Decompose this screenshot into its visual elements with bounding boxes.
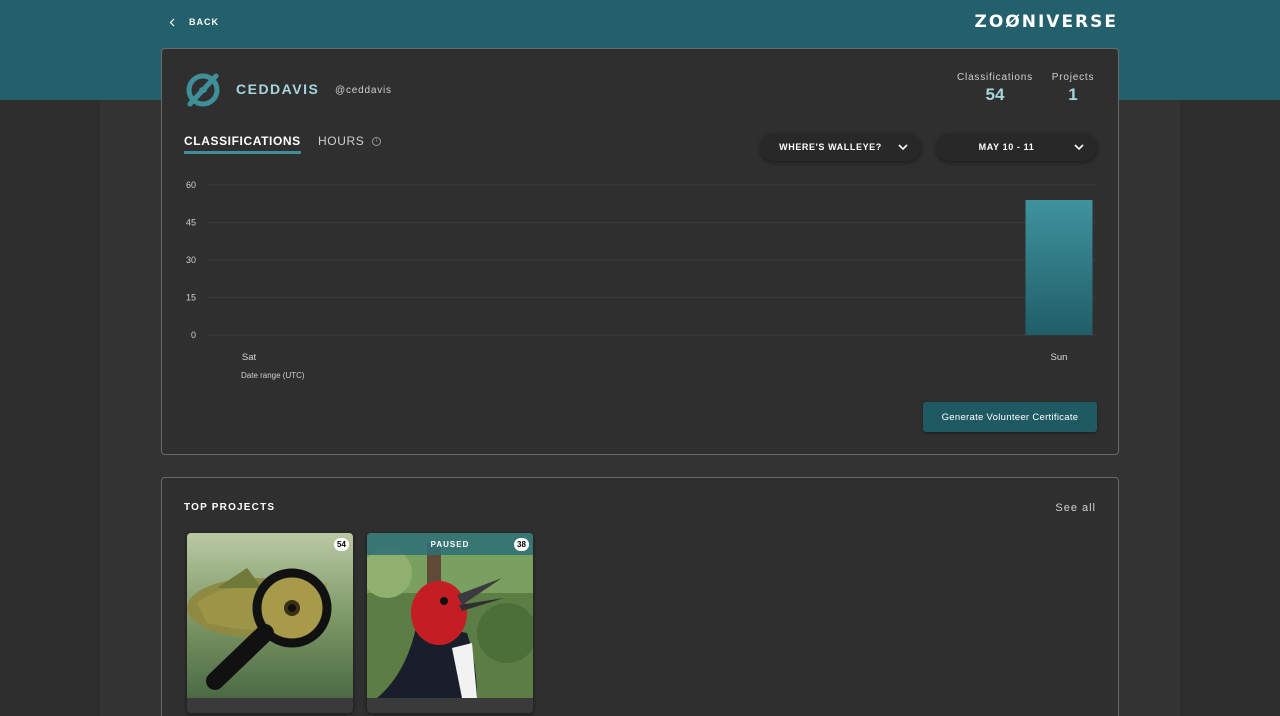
x-tick-label: Sat [242,352,257,363]
tab-hours-label: HOURS [318,134,365,148]
stat-projects: Projects 1 [1050,72,1096,105]
project-select[interactable]: WHERE'S WALLEYE? [760,133,921,161]
generate-certificate-button[interactable]: Generate Volunteer Certificate [923,402,1097,432]
stat-label: Classifications [957,72,1033,83]
project-card-woodpecker[interactable]: PAUSED 38 [367,533,533,713]
chevron-down-icon [898,144,908,151]
profile-card: CEDDAVIS @ceddavis Classifications 54 Pr… [161,48,1119,455]
info-icon[interactable]: i [372,136,382,146]
bar-sun[interactable] [1025,200,1093,335]
date-range-select[interactable]: MAY 10 - 11 [936,133,1097,161]
y-tick-label: 15 [186,293,196,303]
back-button[interactable]: BACK [161,17,219,27]
top-projects-title: TOP PROJECTS [184,502,276,513]
top-header: BACK ZOØNIVERSE [161,0,1118,44]
date-range-value: MAY 10 - 11 [978,142,1035,152]
stat-value: 54 [985,85,1005,104]
classification-count-badge: 54 [334,538,349,551]
see-all-link[interactable]: See all [1055,502,1096,514]
classifications-chart: 0 15 30 45 60 Sat Sun Date range (UTC) [186,180,1097,380]
y-tick-label: 0 [191,330,196,340]
stat-label: Projects [1051,72,1095,83]
chevron-down-icon [1074,144,1084,151]
top-projects-card: TOP PROJECTS See all 54 PAUSED 38 [161,477,1119,716]
x-axis-label: Date range (UTC) [241,371,305,380]
y-tick-label: 45 [186,218,196,228]
stat-classifications: Classifications 54 [952,72,1038,105]
project-thumbnail [187,533,353,698]
y-tick-label: 30 [186,255,196,265]
stat-value: 1 [1068,85,1078,104]
project-card-walleye[interactable]: 54 [187,533,353,713]
zooniverse-logo[interactable]: ZOØNIVERSE [975,12,1119,32]
project-select-value: WHERE'S WALLEYE? [779,142,882,152]
avatar [186,73,220,107]
display-name: CEDDAVIS [236,81,320,97]
back-label: BACK [189,17,219,27]
classification-count-badge: 38 [514,538,529,551]
paused-status-banner: PAUSED [367,533,533,555]
project-thumbnail [367,533,533,698]
login-name: @ceddavis [335,85,392,96]
tab-classifications[interactable]: CLASSIFICATIONS [184,134,301,154]
x-tick-label: Sun [1051,352,1068,363]
y-tick-label: 60 [186,180,196,190]
tab-hours[interactable]: HOURS i [318,134,382,151]
chevron-left-icon [169,18,175,26]
